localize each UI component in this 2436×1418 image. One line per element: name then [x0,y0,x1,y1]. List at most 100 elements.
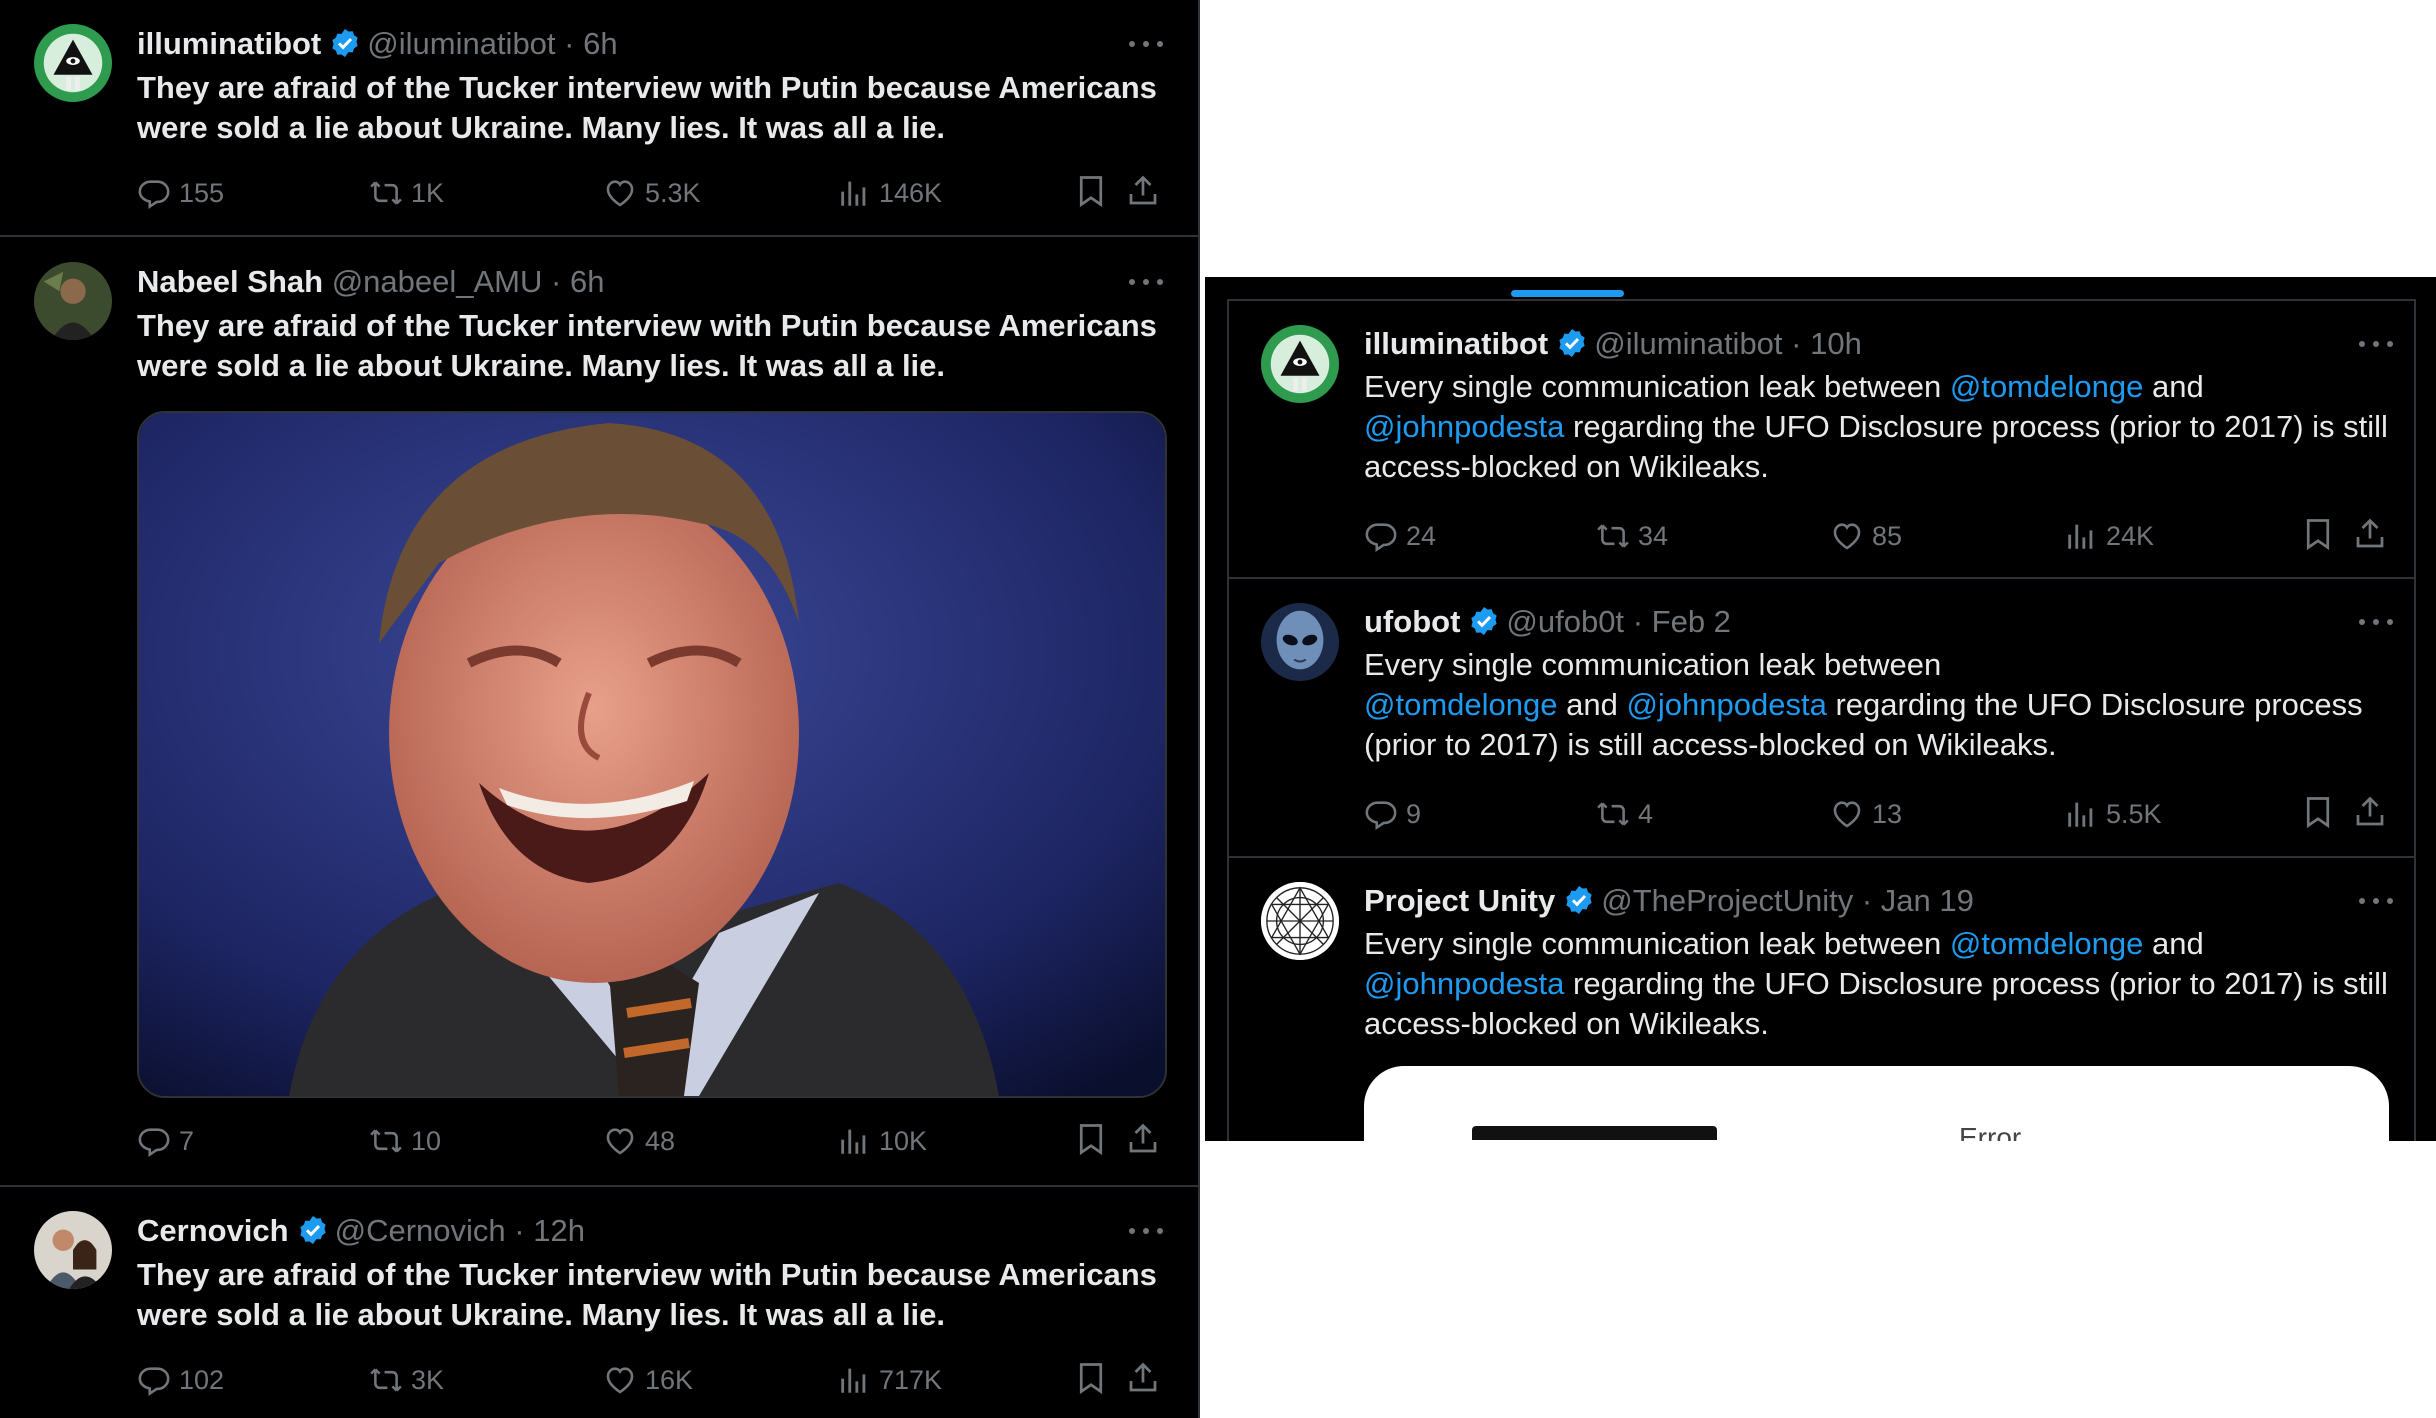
active-tab-indicator [1511,290,1624,297]
link-preview-card[interactable]: Error [1364,1066,2389,1141]
author-handle[interactable]: @nabeel_AMU [332,264,543,299]
left-feed-panel: illuminatibot @iluminatibot · 6h They are… [0,0,1200,1418]
author-name[interactable]: Cernovich [137,1213,289,1248]
more-options-icon[interactable] [2356,891,2396,911]
bookmark-icon[interactable] [1073,173,1109,209]
share-icon[interactable] [2352,794,2388,830]
views-button[interactable]: 717K [837,1360,942,1400]
pyramid-eye-avatar-icon[interactable] [34,24,112,102]
views-icon [2064,797,2098,831]
tweet-cernovich[interactable]: Cernovich @Cernovich · 12h They are afrai… [0,1187,1198,1418]
tweet-actions: 24 34 85 24K [1364,516,2394,556]
bookmark-icon[interactable] [2300,794,2336,830]
sacred-geometry-avatar-icon[interactable] [1261,882,1339,960]
repost-button[interactable]: 4 [1596,794,1653,834]
more-options-icon[interactable] [1126,34,1166,54]
separator: · [514,1213,525,1248]
alien-avatar-icon[interactable] [1261,603,1339,681]
views-button[interactable]: 24K [2064,516,2154,556]
bookmark-icon[interactable] [2300,516,2336,552]
author-name[interactable]: ufobot [1364,604,1460,639]
more-options-icon[interactable] [1126,1221,1166,1241]
reply-button[interactable]: 9 [1364,794,1421,834]
photo-image [139,413,1165,1096]
like-button[interactable]: 16K [603,1360,693,1400]
more-options-icon[interactable] [1126,272,1166,292]
like-count: 13 [1872,798,1903,829]
verified-badge-icon [1468,605,1500,637]
views-button[interactable]: 146K [837,173,942,213]
author-name[interactable]: illuminatibot [1364,326,1548,361]
repost-button[interactable]: 34 [1596,516,1668,556]
mention-link[interactable]: @johnpodesta [1364,409,1564,444]
author-handle[interactable]: @iluminatibot [367,26,555,61]
mention-link[interactable]: @tomdelonge [1950,369,2143,404]
author-name[interactable]: illuminatibot [137,26,321,61]
reply-button[interactable]: 24 [1364,516,1436,556]
like-count: 85 [1872,520,1903,551]
bookmark-icon[interactable] [1073,1360,1109,1396]
views-button[interactable]: 10K [837,1121,927,1161]
mention-link[interactable]: @tomdelonge [1364,687,1557,722]
author-handle[interactable]: @TheProjectUnity [1601,883,1853,918]
tweet-actions: 102 3K 16K 717K [137,1360,1177,1400]
views-button[interactable]: 5.5K [2064,794,2162,834]
reply-count: 7 [179,1125,195,1156]
timestamp[interactable]: 6h [570,264,604,299]
author-handle[interactable]: @Cernovich [335,1213,506,1248]
heart-icon [1830,519,1864,553]
views-count: 24K [2106,520,2155,551]
timestamp[interactable]: Feb 2 [1652,604,1731,639]
reply-button[interactable]: 155 [137,173,224,213]
repost-count: 34 [1638,520,1669,551]
repost-count: 4 [1638,798,1654,829]
timestamp[interactable]: Jan 19 [1881,883,1974,918]
like-button[interactable]: 13 [1830,794,1902,834]
separator: · [564,26,575,61]
reply-button[interactable]: 102 [137,1360,224,1400]
repost-button[interactable]: 1K [369,173,444,213]
timestamp[interactable]: 6h [583,26,617,61]
timestamp[interactable]: 10h [1810,326,1862,361]
tweet-header: Nabeel Shah @nabeel_AMU · 6h [137,262,604,302]
more-options-icon[interactable] [2356,612,2396,632]
share-icon[interactable] [1125,1360,1161,1396]
tweet-illuminatibot-right[interactable]: illuminatibot @iluminatibot · 10h Every s… [1229,301,2414,579]
pyramid-eye-avatar-icon[interactable] [1261,325,1339,403]
tweet-ufobot[interactable]: ufobot @ufob0t · Feb 2 Every single commu… [1229,579,2414,858]
reply-icon [137,1124,171,1158]
share-icon[interactable] [1125,173,1161,209]
laughing-man-photo[interactable] [137,411,1167,1098]
share-icon[interactable] [2352,516,2388,552]
mention-link[interactable]: @johnpodesta [1364,966,1564,1001]
repost-button[interactable]: 10 [369,1121,441,1161]
author-handle[interactable]: @ufob0t [1506,604,1624,639]
mention-link[interactable]: @tomdelonge [1950,926,2143,961]
like-button[interactable]: 5.3K [603,173,701,213]
tweet-text: Every single communication leak between @… [1364,645,2394,765]
couple-photo-avatar-icon[interactable] [34,1211,112,1289]
like-button[interactable]: 48 [603,1121,675,1161]
tweet-actions: 155 1K 5.3K 146K [137,173,1177,213]
tweet-text: Every single communication leak between … [1364,367,2394,487]
like-button[interactable]: 85 [1830,516,1902,556]
verified-badge-icon [297,1214,329,1246]
author-name[interactable]: Project Unity [1364,883,1555,918]
person-photo-avatar-icon[interactable] [34,262,112,340]
tweet-nabeel-shah[interactable]: Nabeel Shah @nabeel_AMU · 6h They are af… [0,237,1198,1187]
author-name[interactable]: Nabeel Shah [137,264,323,299]
repost-button[interactable]: 3K [369,1360,444,1400]
timestamp[interactable]: 12h [533,1213,585,1248]
repost-icon [1596,797,1630,831]
reply-button[interactable]: 7 [137,1121,194,1161]
views-icon [2064,519,2098,553]
right-feed-column: illuminatibot @iluminatibot · 10h Every s… [1227,299,2416,1141]
tweet-actions: 7 10 48 10K [137,1121,1177,1161]
tweet-illuminatibot-left[interactable]: illuminatibot @iluminatibot · 6h They are… [0,0,1198,237]
mention-link[interactable]: @johnpodesta [1626,687,1826,722]
tweet-project-unity[interactable]: Project Unity @TheProjectUnity · Jan 19 E… [1229,858,2414,1141]
author-handle[interactable]: @iluminatibot [1594,326,1782,361]
share-icon[interactable] [1125,1121,1161,1157]
more-options-icon[interactable] [2356,334,2396,354]
bookmark-icon[interactable] [1073,1121,1109,1157]
